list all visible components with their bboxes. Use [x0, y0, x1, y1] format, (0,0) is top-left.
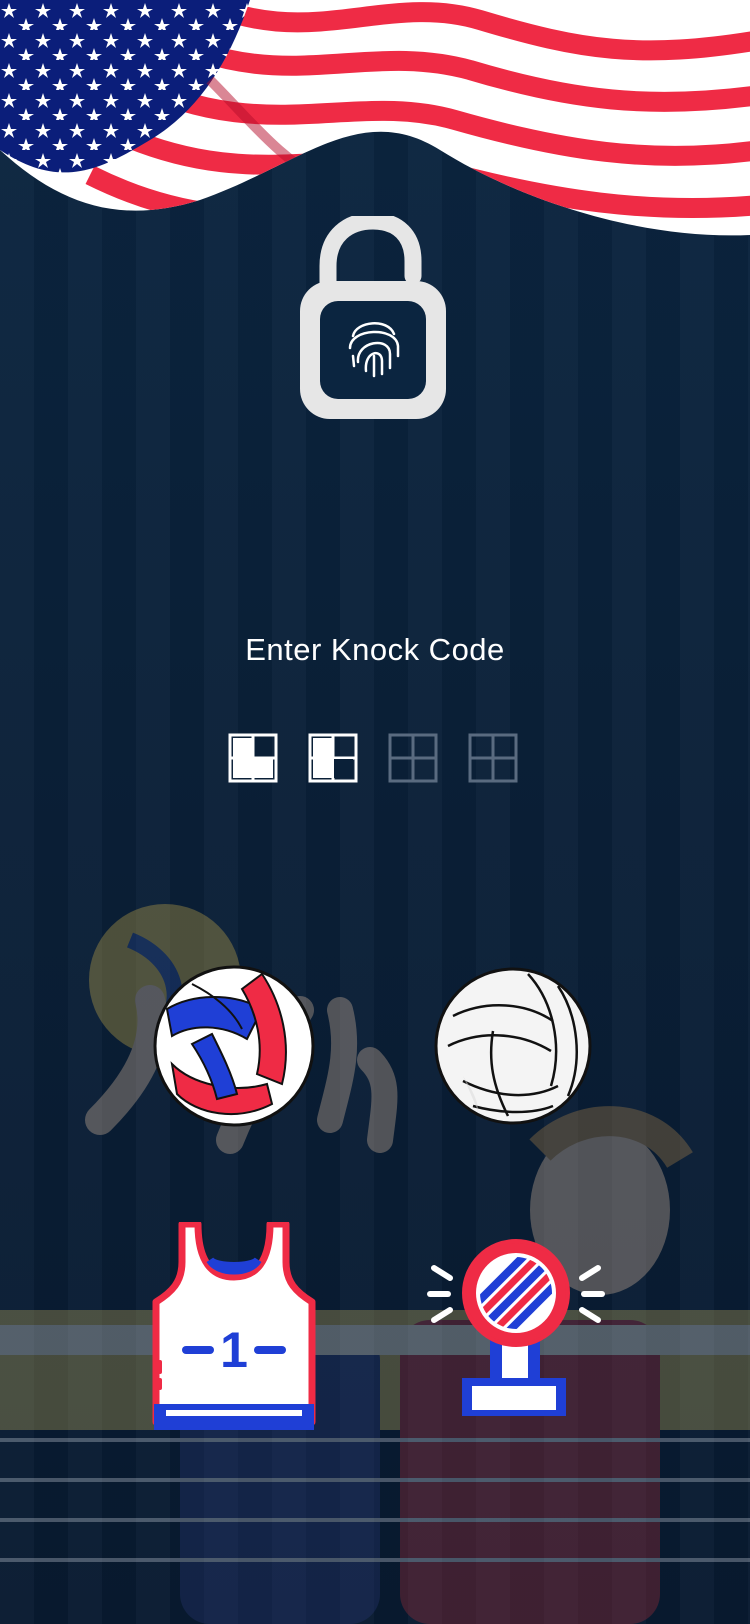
- knock-code-progress: [228, 733, 528, 783]
- knock-entry-2-icon: [308, 733, 358, 783]
- knock-entry-4-icon: [468, 733, 518, 783]
- volleyball-players-background: [0, 904, 750, 1624]
- us-flag-banner: [0, 0, 750, 236]
- page-title: Enter Knock Code: [245, 632, 505, 667]
- knock-entry-3-icon: [388, 733, 438, 783]
- volleyball-white-key[interactable]: [433, 966, 593, 1126]
- jersey-key[interactable]: 1: [152, 1222, 316, 1432]
- lock-fingerprint-icon: [300, 216, 446, 419]
- volleyball-colored-key[interactable]: [152, 964, 316, 1128]
- volleyball-trophy-key[interactable]: [424, 1236, 608, 1418]
- jersey-number: 1: [220, 1322, 248, 1378]
- knock-entry-1-icon: [228, 733, 278, 783]
